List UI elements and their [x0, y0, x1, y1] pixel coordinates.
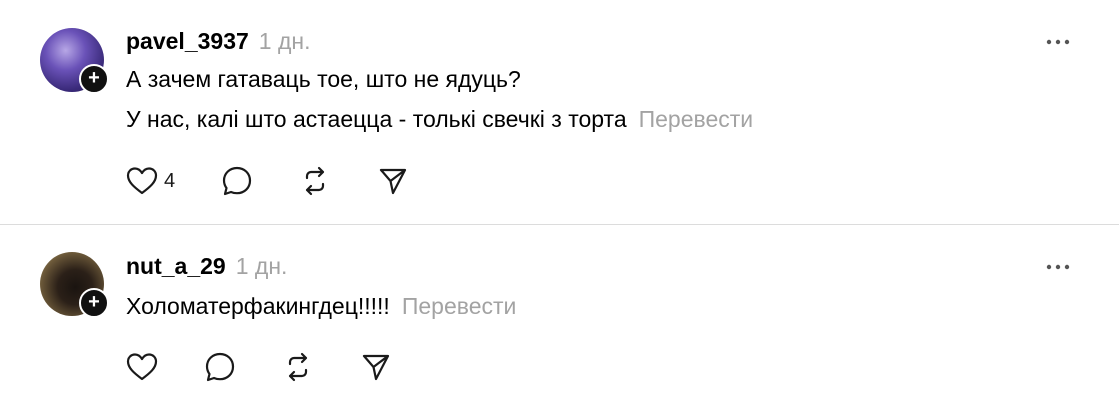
like-count: 4 — [164, 169, 176, 192]
send-icon — [380, 168, 407, 195]
repost-button[interactable] — [299, 164, 331, 198]
repost-icon — [306, 166, 325, 196]
share-button[interactable] — [360, 350, 392, 384]
send-icon — [362, 354, 390, 381]
follow-plus-icon[interactable]: + — [79, 64, 109, 94]
post-text-line: А зачем гатаваць тое, што не ядуць? — [126, 66, 521, 92]
heart-icon — [126, 353, 158, 381]
username[interactable]: nut_a_29 — [126, 253, 226, 279]
more-horizontal-icon[interactable] — [1042, 257, 1074, 277]
speech-bubble-icon — [223, 166, 252, 196]
username[interactable]: pavel_3937 — [126, 28, 249, 54]
timestamp[interactable]: 1 дн. — [259, 28, 311, 54]
speech-bubble-icon — [205, 352, 235, 382]
timestamp[interactable]: 1 дн. — [236, 253, 288, 279]
post-header: nut_a_29 1 дн. — [126, 253, 287, 280]
post-header: pavel_3937 1 дн. — [126, 28, 310, 55]
action-bar — [126, 350, 418, 384]
repost-button[interactable] — [282, 350, 314, 384]
comment-button[interactable] — [204, 350, 236, 384]
post-text-line: Холоматерфакингдец!!!!! Перевести — [126, 293, 516, 320]
heart-icon — [126, 167, 158, 195]
action-bar: 4 — [126, 164, 435, 198]
post-text-content: Холоматерфакингдец!!!!! — [126, 293, 390, 319]
share-button[interactable] — [377, 164, 409, 198]
post-text-line: У нас, калі што астаецца - толькі свечкі… — [126, 106, 753, 133]
post: + nut_a_29 1 дн. Холоматерфакингдец!!!!! П… — [0, 225, 1119, 410]
repost-icon — [288, 352, 308, 382]
like-button[interactable]: 4 — [126, 164, 175, 198]
follow-plus-icon[interactable]: + — [79, 288, 109, 318]
translate-link[interactable]: Перевести — [639, 106, 754, 132]
post-text-content: У нас, калі што астаецца - толькі свечкі… — [126, 106, 627, 132]
translate-link[interactable]: Перевести — [402, 293, 517, 319]
comment-button[interactable] — [221, 164, 253, 198]
like-button[interactable] — [126, 350, 158, 384]
more-horizontal-icon[interactable] — [1042, 32, 1074, 52]
post: + pavel_3937 1 дн. А зачем гатаваць тое, … — [0, 0, 1119, 225]
